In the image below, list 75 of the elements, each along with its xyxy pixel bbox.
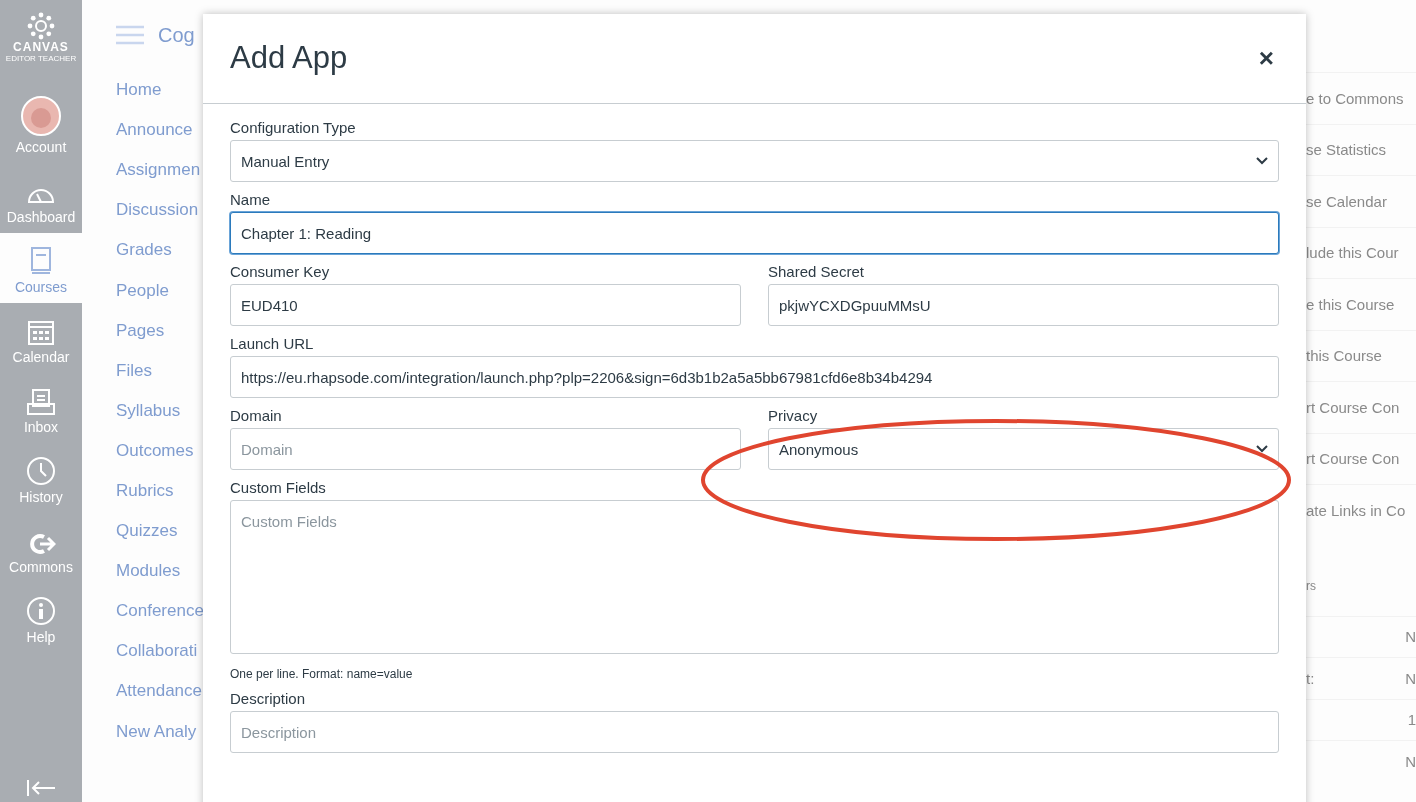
sidebar-link[interactable]: se Calendar [1306,192,1387,210]
sidebar-link[interactable]: rt Course Con [1306,450,1400,468]
text-area[interactable]: Custom Fields [230,500,1279,654]
course-nav-link[interactable]: Grades [82,230,203,271]
sidebar-link[interactable]: ate Links in Co [1306,501,1406,519]
nav-item[interactable]: Dashboard [0,163,82,233]
book-icon [29,246,53,276]
course-nav-link[interactable]: New Analy [82,711,203,752]
input-field[interactable]: pkjwYCXDGpuuMMsU [768,284,1279,326]
course-nav-link[interactable]: Modules [82,551,203,592]
sidebar-link[interactable]: lude this Cour [1306,244,1399,262]
course-nav-link[interactable]: Pages [82,310,203,351]
input-field[interactable]: Chapter 1: Reading [230,212,1279,254]
course-nav-link[interactable]: Rubrics [82,470,203,512]
course-nav-link[interactable]: Announce [82,110,203,151]
field-label: Configuration Type [230,118,357,137]
clock-icon [26,456,56,486]
nav-item[interactable]: Commons [0,513,82,583]
field-hint: One per line. Format: name=value [230,667,414,681]
course-nav-link[interactable]: Discussion [82,190,203,231]
course-nav-link[interactable]: Outcomes [82,430,203,471]
input-field[interactable]: Description [230,711,1279,753]
avatar-icon [21,96,61,136]
inbox-icon [26,388,56,416]
course-nav-link[interactable]: People [82,270,203,311]
row-value: N [1405,669,1416,687]
info-icon [26,596,56,626]
field-label: Description [230,689,307,708]
select-field[interactable]: Manual Entry [230,140,1279,182]
section-heading: rs [1306,578,1316,593]
sidebar-link[interactable]: e to Commons [1306,89,1404,107]
nav-item[interactable]: Account [0,75,82,163]
course-nav-link[interactable]: Conference [82,591,203,632]
menu-icon[interactable] [116,25,144,45]
nav-item[interactable]: Inbox [0,373,82,443]
input-field[interactable]: EUD410 [230,284,741,326]
row-value: 1 [1407,711,1416,729]
calendar-icon [27,318,55,346]
course-nav-link[interactable]: Home [82,70,203,111]
logo-subtitle: EDITOR TEACHER [5,54,77,63]
nav-item[interactable]: Help [0,583,82,653]
field-label: Shared Secret [768,262,865,281]
select-field[interactable]: Anonymous [768,428,1279,470]
nav-item[interactable]: Courses [0,233,82,303]
sidebar-link[interactable]: rt Course Con [1306,398,1400,416]
field-label: Name [230,190,271,209]
sidebar-link[interactable]: se Statistics [1306,141,1387,159]
chevron-icon [1256,445,1268,453]
logo-title: CANVAS [13,40,69,54]
course-nav-link[interactable]: Collaborati [82,631,203,672]
nav-item[interactable]: Calendar [0,303,82,373]
field-label: Consumer Key [230,262,331,281]
field-label: Privacy [768,406,819,425]
breadcrumb[interactable]: Cog [158,23,195,47]
input-field[interactable]: Domain [230,428,741,470]
logo-icon [27,12,55,40]
row-value: N [1405,752,1416,770]
sidebar-link[interactable]: this Course [1306,347,1382,365]
input-field[interactable]: https://eu.rhapsode.com/integration/launch.php?plp=2206&sign=6d3b1b2a5a5bb67981cfd6e8b34b4294 [230,356,1279,398]
sidebar-link[interactable]: e this Course [1306,295,1395,313]
course-nav-link[interactable]: Syllabus [82,390,203,431]
field-label: Launch URL [230,334,315,353]
course-nav-link[interactable]: Files [82,350,203,391]
field-label: Custom Fields [230,478,327,497]
close-button[interactable]: × [1252,43,1280,74]
chevron-icon [1256,157,1268,165]
nav-item[interactable]: History [0,443,82,513]
collapse-icon[interactable] [25,778,57,798]
course-nav-link[interactable]: Assignmen [82,150,203,191]
course-nav-link[interactable]: Quizzes [82,511,203,552]
row-value: N [1405,628,1416,646]
field-label: Domain [230,406,283,425]
dialog-title: Add App [230,39,348,76]
course-nav-link[interactable]: Attendance [82,671,203,712]
row-label: t: [1306,669,1315,687]
